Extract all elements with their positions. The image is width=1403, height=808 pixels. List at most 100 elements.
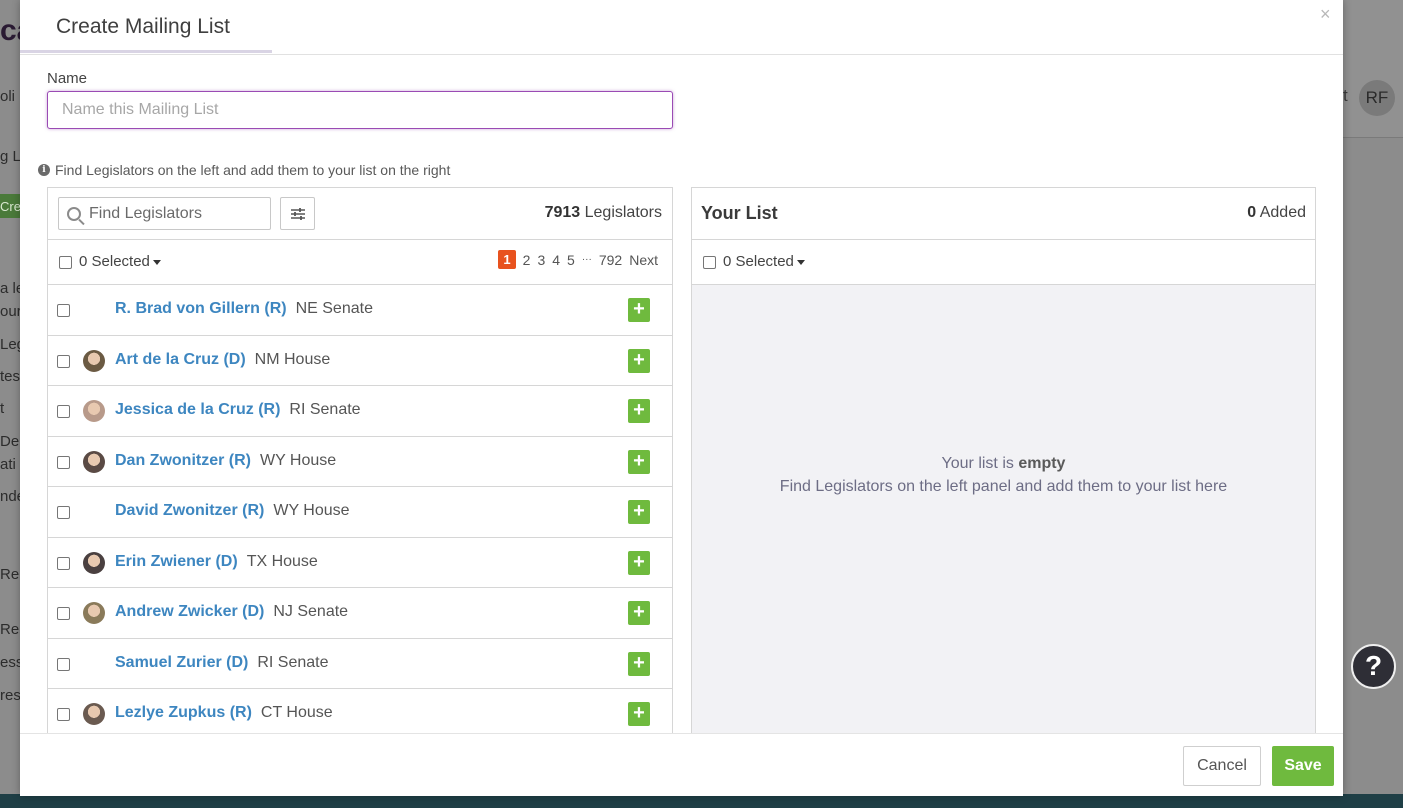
page-last[interactable]: 792 bbox=[599, 252, 622, 268]
your-list-selected-dropdown[interactable]: 0 Selected bbox=[723, 253, 805, 270]
legislator-row[interactable]: Lezlye Zupkus (R) CT House + bbox=[48, 689, 672, 737]
legislator-row[interactable]: Erin Zwiener (D) TX House + bbox=[48, 538, 672, 588]
legislator-count-number: 7913 bbox=[544, 204, 581, 221]
add-legislator-button[interactable]: + bbox=[628, 500, 650, 524]
background-text: Rep bbox=[0, 621, 22, 638]
selected-dropdown[interactable]: 0 Selected bbox=[79, 253, 161, 270]
legislator-name[interactable]: Lezlye Zupkus (R) bbox=[115, 704, 252, 721]
empty-bold: empty bbox=[1018, 455, 1066, 472]
legislator-chamber: NJ Senate bbox=[273, 603, 349, 620]
legislator-checkbox[interactable] bbox=[57, 455, 70, 469]
page-next[interactable]: Next bbox=[629, 252, 658, 268]
legislator-search-box[interactable] bbox=[58, 197, 271, 230]
legislator-name[interactable]: Dan Zwonitzer (R) bbox=[115, 452, 251, 469]
page-current[interactable]: 1 bbox=[498, 250, 516, 269]
add-legislator-button[interactable]: + bbox=[628, 550, 650, 575]
legislator-chamber: RI Senate bbox=[257, 653, 329, 671]
legislator-name-link[interactable]: Dan Zwonitzer (R) WY House bbox=[115, 452, 336, 470]
your-list-panel: Your List 0 Added 0 Selected Your list i… bbox=[691, 187, 1316, 738]
legislator-chamber: WY House bbox=[260, 451, 337, 469]
legislator-checkbox[interactable] bbox=[57, 657, 70, 671]
legislator-chamber: TX House bbox=[246, 552, 318, 570]
legislator-checkbox[interactable] bbox=[57, 607, 70, 620]
legislator-name-link[interactable]: David Zwonitzer (R) WY House bbox=[115, 502, 350, 520]
legislator-name[interactable]: Art de la Cruz (D) bbox=[115, 351, 246, 368]
legislator-name[interactable]: R. Brad von Gillern (R) bbox=[115, 300, 287, 317]
added-count-number: 0 bbox=[1247, 204, 1257, 221]
sliders-icon bbox=[290, 207, 305, 220]
legislator-chamber: CT House bbox=[260, 704, 333, 721]
add-legislator-button[interactable]: + bbox=[628, 449, 650, 474]
hint-text: Find Legislators on the left and add the… bbox=[55, 162, 451, 178]
add-legislator-button[interactable]: + bbox=[628, 702, 650, 726]
mailing-list-name-input[interactable] bbox=[47, 91, 673, 129]
page-link[interactable]: 5 bbox=[567, 252, 575, 268]
legislator-name-link[interactable]: Erin Zwiener (D) TX House bbox=[115, 553, 318, 571]
page-link[interactable]: 3 bbox=[537, 252, 545, 268]
legislator-name-link[interactable]: Lezlye Zupkus (R) CT House bbox=[115, 704, 333, 722]
your-list-title: Your List bbox=[701, 203, 778, 223]
add-legislator-button[interactable]: + bbox=[628, 399, 650, 423]
legislator-name-link[interactable]: Samuel Zurier (D) RI Senate bbox=[115, 654, 329, 672]
add-legislator-button[interactable]: + bbox=[628, 601, 650, 625]
background-text: ati bbox=[0, 456, 16, 473]
legislator-name[interactable]: Samuel Zurier (D) bbox=[115, 654, 248, 671]
legislator-row[interactable]: Dan Zwonitzer (R) WY House + bbox=[48, 437, 672, 487]
legislator-name-link[interactable]: Jessica de la Cruz (R) RI Senate bbox=[115, 401, 361, 419]
legislator-name[interactable]: David Zwonitzer (R) bbox=[115, 502, 264, 519]
legislator-search-input[interactable] bbox=[89, 204, 259, 223]
your-list-header: Your List 0 Added bbox=[692, 188, 1315, 240]
legislator-name-link[interactable]: R. Brad von Gillern (R) NE Senate bbox=[115, 300, 373, 318]
legislator-search-panel: 7913 Legislators 0 Selected 1 2 3 4 5 ··… bbox=[47, 187, 673, 737]
legislator-name[interactable]: Jessica de la Cruz (R) bbox=[115, 401, 280, 418]
close-icon[interactable]: × bbox=[1320, 4, 1331, 25]
legislator-chamber: NE Senate bbox=[295, 300, 373, 317]
selection-bar: 0 Selected 1 2 3 4 5 ··· 792 Next bbox=[48, 240, 672, 285]
legislator-checkbox[interactable] bbox=[57, 304, 70, 317]
background-text: a le bbox=[0, 280, 22, 297]
add-legislator-button[interactable]: + bbox=[628, 348, 650, 373]
legislator-name-link[interactable]: Andrew Zwicker (D) NJ Senate bbox=[115, 603, 348, 621]
legislator-checkbox[interactable] bbox=[57, 506, 70, 519]
cancel-button[interactable]: Cancel bbox=[1183, 746, 1261, 786]
caret-down-icon bbox=[152, 259, 161, 265]
your-list-empty-state: Your list is empty Find Legislators on t… bbox=[692, 285, 1315, 738]
page-link[interactable]: 2 bbox=[523, 252, 531, 268]
background-text: Leg bbox=[0, 336, 22, 353]
legislator-name-link[interactable]: Art de la Cruz (D) NM House bbox=[115, 351, 330, 369]
save-button[interactable]: Save bbox=[1272, 746, 1334, 786]
search-panel-header: 7913 Legislators bbox=[48, 188, 672, 240]
help-button[interactable]: ? bbox=[1351, 644, 1396, 689]
legislator-name[interactable]: Erin Zwiener (D) bbox=[115, 553, 238, 570]
legislator-checkbox[interactable] bbox=[57, 354, 70, 368]
legislator-photo bbox=[83, 551, 105, 574]
add-legislator-button[interactable]: + bbox=[628, 298, 650, 322]
legislator-row[interactable]: Andrew Zwicker (D) NJ Senate + bbox=[48, 588, 672, 639]
legislator-chamber: RI Senate bbox=[289, 401, 361, 418]
legislator-checkbox[interactable] bbox=[57, 556, 70, 570]
legislator-row[interactable]: David Zwonitzer (R) WY House + bbox=[48, 487, 672, 538]
filter-button[interactable] bbox=[280, 197, 315, 230]
select-all-checkbox[interactable] bbox=[59, 256, 72, 269]
empty-prefix: Your list is bbox=[941, 455, 1014, 472]
page-link[interactable]: 4 bbox=[552, 252, 560, 268]
add-legislator-button[interactable]: + bbox=[628, 651, 650, 676]
background-text: our bbox=[0, 303, 22, 320]
legislator-row[interactable]: Jessica de la Cruz (R) RI Senate + bbox=[48, 386, 672, 437]
background-text: g L bbox=[0, 148, 21, 165]
your-list-select-all-checkbox[interactable] bbox=[703, 256, 716, 269]
legislator-photo bbox=[83, 602, 105, 624]
legislator-name[interactable]: Andrew Zwicker (D) bbox=[115, 603, 264, 620]
legislator-row[interactable]: R. Brad von Gillern (R) NE Senate + bbox=[48, 285, 672, 336]
legislator-row[interactable]: Samuel Zurier (D) RI Senate + bbox=[48, 639, 672, 689]
your-list-selected-label: 0 Selected bbox=[723, 253, 794, 270]
background-create-button: Cre bbox=[0, 194, 22, 218]
legislator-checkbox[interactable] bbox=[57, 708, 70, 721]
instructions-hint: i Find Legislators on the left and add t… bbox=[38, 162, 450, 178]
legislator-list: R. Brad von Gillern (R) NE Senate + Art de … bbox=[48, 285, 672, 737]
empty-state-line-1: Your list is empty bbox=[692, 455, 1315, 473]
modal-footer: Cancel Save bbox=[20, 733, 1343, 796]
legislator-checkbox[interactable] bbox=[57, 405, 70, 418]
legislator-photo bbox=[83, 349, 105, 372]
legislator-row[interactable]: Art de la Cruz (D) NM House + bbox=[48, 336, 672, 386]
